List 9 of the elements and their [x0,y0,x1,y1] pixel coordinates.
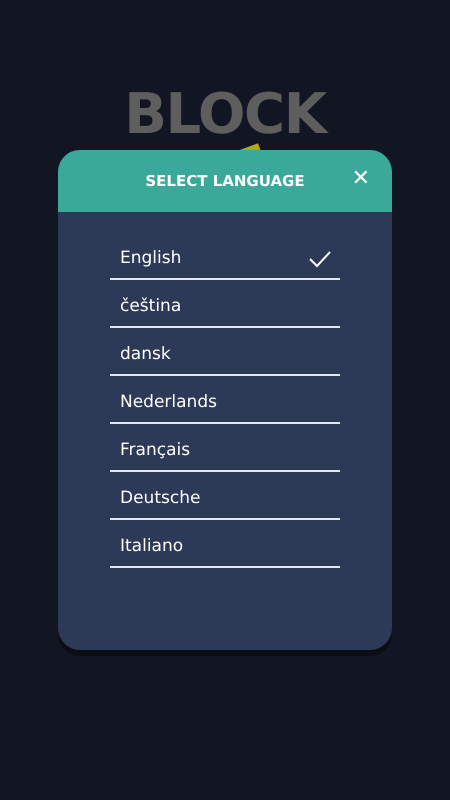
language-option[interactable]: Nederlands [110,376,340,424]
dialog-title: SELECT LANGUAGE [145,170,305,192]
language-option[interactable]: Deutsche [110,472,340,520]
language-option[interactable]: čeština [110,280,340,328]
logo-title: BLOCK [124,90,326,140]
language-option[interactable]: Italiano [110,520,340,568]
language-option[interactable]: Français [110,424,340,472]
language-option[interactable]: English [110,232,340,280]
language-option[interactable]: dansk [110,328,340,376]
